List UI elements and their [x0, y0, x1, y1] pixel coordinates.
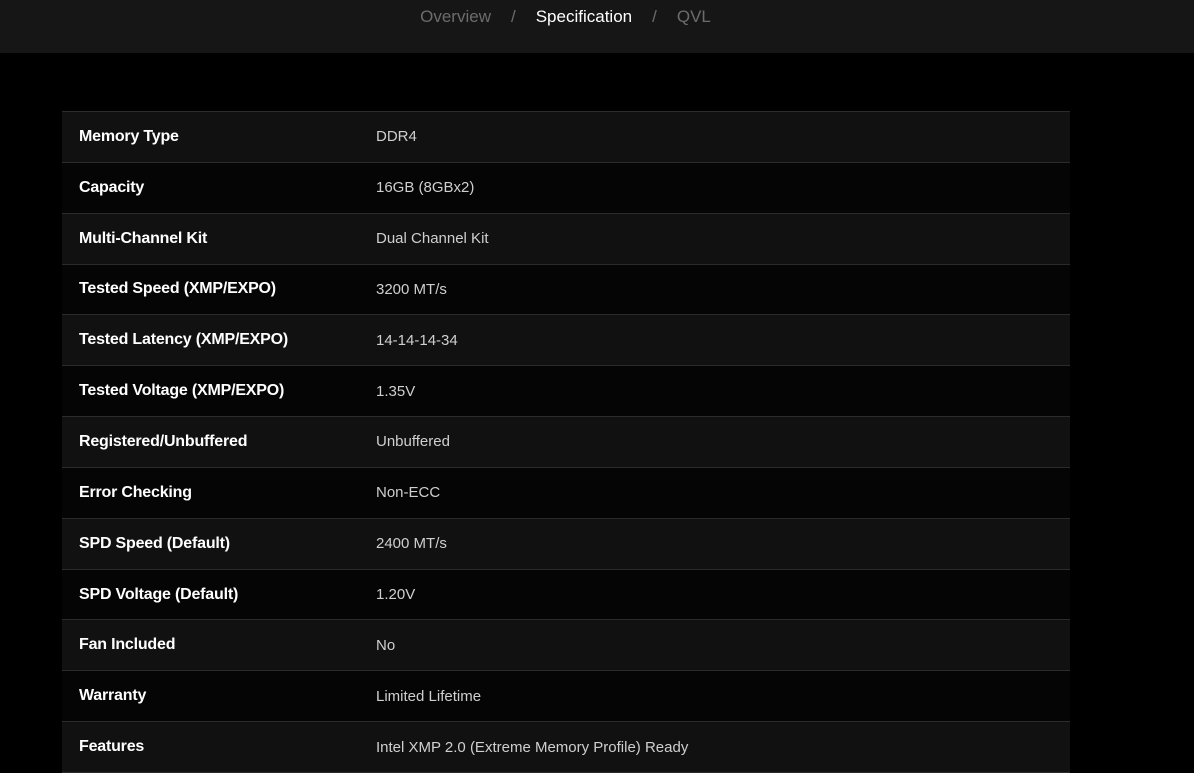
specification-table: Memory Type DDR4 Capacity 16GB (8GBx2) M… [62, 111, 1070, 773]
table-row: SPD Speed (Default) 2400 MT/s [62, 518, 1070, 570]
table-row: Memory Type DDR4 [62, 112, 1070, 163]
table-row: Tested Voltage (XMP/EXPO) 1.35V [62, 366, 1070, 418]
table-row: Tested Speed (XMP/EXPO) 3200 MT/s [62, 264, 1070, 316]
table-row: Multi-Channel Kit Dual Channel Kit [62, 213, 1070, 265]
breadcrumb-separator: / [510, 7, 516, 26]
spec-value: Unbuffered [376, 433, 450, 451]
spec-value: 16GB (8GBx2) [376, 179, 475, 197]
spec-label: Tested Latency (XMP/EXPO) [79, 331, 288, 349]
spec-label: Tested Voltage (XMP/EXPO) [79, 382, 285, 400]
spec-value: No [376, 636, 396, 654]
spec-value: 1.20V [376, 586, 416, 604]
spec-value: 3200 MT/s [376, 280, 447, 298]
tab-specification[interactable]: Specification [536, 7, 632, 27]
spec-label: Registered/Unbuffered [79, 432, 248, 450]
spec-label: Capacity [79, 178, 145, 196]
table-row: Registered/Unbuffered Unbuffered [62, 417, 1070, 468]
spec-value: DDR4 [376, 128, 417, 146]
spec-value: 1.35V [376, 382, 416, 400]
table-row: Warranty Limited Lifetime [62, 671, 1070, 723]
spec-label: Features [79, 738, 145, 756]
table-row: Fan Included No [62, 620, 1070, 672]
spec-value: Non-ECC [376, 484, 441, 502]
spec-label: SPD Voltage (Default) [79, 585, 239, 603]
tab-qvl[interactable]: QVL [677, 7, 711, 27]
spec-value: Dual Channel Kit [376, 230, 489, 248]
spec-label: SPD Speed (Default) [79, 534, 230, 552]
spec-label: Multi-Channel Kit [79, 229, 208, 247]
breadcrumb: Overview / Specification / QVL [0, 7, 1131, 27]
table-row: SPD Voltage (Default) 1.20V [62, 569, 1070, 621]
table-row: Tested Latency (XMP/EXPO) 14-14-14-34 [62, 315, 1070, 367]
spec-label: Tested Speed (XMP/EXPO) [79, 280, 276, 298]
spec-label: Error Checking [79, 483, 192, 501]
table-row: Capacity 16GB (8GBx2) [62, 162, 1070, 214]
tab-overview[interactable]: Overview [420, 7, 491, 27]
table-row: Error Checking Non-ECC [62, 467, 1070, 519]
top-navigation-bar: Overview / Specification / QVL [0, 0, 1194, 53]
breadcrumb-separator: / [652, 7, 657, 26]
spec-value: 14-14-14-34 [376, 331, 458, 349]
spec-value: Intel XMP 2.0 (Extreme Memory Profile) R… [376, 738, 689, 756]
spec-value: 2400 MT/s [376, 535, 447, 553]
table-row: Features Intel XMP 2.0 (Extreme Memory P… [62, 722, 1070, 773]
spec-label: Memory Type [79, 127, 179, 145]
spec-label: Warranty [79, 687, 147, 705]
spec-label: Fan Included [79, 636, 176, 654]
spec-value: Limited Lifetime [376, 687, 482, 705]
